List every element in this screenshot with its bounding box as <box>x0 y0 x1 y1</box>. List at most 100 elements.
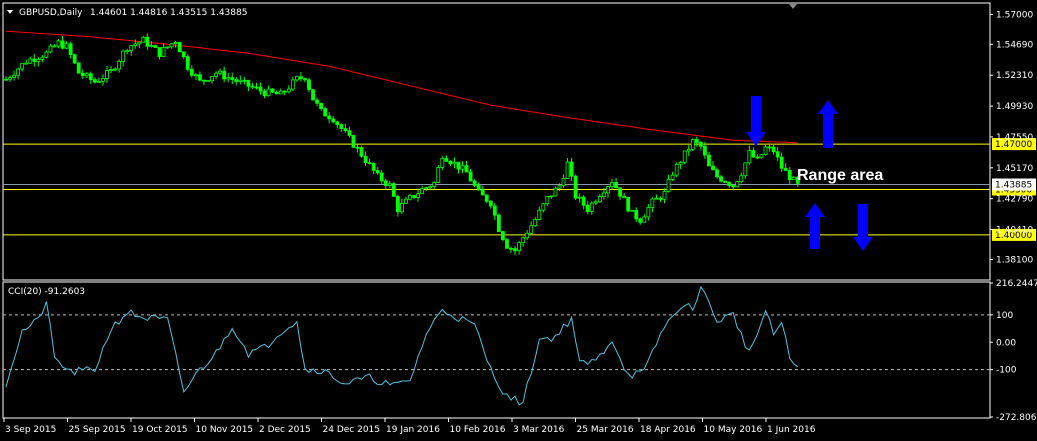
candle <box>351 134 356 149</box>
candle-body <box>52 45 57 48</box>
cci-tick-label: 100 <box>996 311 1013 321</box>
candle-body <box>533 218 538 227</box>
candle-body <box>472 180 477 186</box>
candle-body <box>262 90 267 97</box>
time-tick-label: 25 Mar 2016 <box>577 425 634 435</box>
candle-body <box>589 202 594 212</box>
candle-body <box>747 150 752 164</box>
cci-tick-label: 216.2447 <box>996 279 1037 289</box>
time-tick-label: 3 Mar 2016 <box>513 425 565 435</box>
candle-body <box>351 135 356 148</box>
price-tick-label: 1.42790 <box>996 195 1033 205</box>
candle-body <box>670 174 675 180</box>
candle-body <box>202 79 206 82</box>
price-axis: 1.470001.435001.400001.570001.546901.523… <box>990 10 1036 266</box>
candle-body <box>488 201 493 207</box>
candle-body <box>206 80 210 82</box>
candle-body <box>266 88 271 97</box>
candle <box>501 230 505 242</box>
time-tick-label: 19 Jan 2016 <box>386 425 440 435</box>
price-tick-label: 1.54690 <box>996 40 1033 50</box>
candle-body <box>553 187 558 197</box>
candle-body <box>173 42 178 45</box>
candle-body <box>400 203 404 213</box>
candle-body <box>177 42 182 53</box>
candle-body <box>254 86 259 89</box>
candle-body <box>145 36 150 47</box>
arrow-shaft <box>810 217 820 249</box>
candle-body <box>165 46 170 49</box>
candle-body <box>581 196 586 206</box>
candle-body <box>416 193 420 198</box>
candle-body <box>290 79 295 90</box>
candle-body <box>157 47 162 57</box>
time-tick-label: 24 Dec 2015 <box>323 425 381 435</box>
arrow-shaft <box>751 96 761 132</box>
candle <box>505 237 509 249</box>
candle-body <box>735 181 740 188</box>
time-tick-label: 18 Apr 2016 <box>640 425 696 435</box>
candle-body <box>161 47 166 57</box>
candle-body <box>642 216 647 223</box>
candle-body <box>214 72 218 77</box>
time-tick-label: 1 Jun 2016 <box>767 425 816 435</box>
candle-body <box>84 73 89 77</box>
candle-body <box>294 76 299 81</box>
candle-body <box>755 156 760 159</box>
candle-body <box>674 163 679 176</box>
price-tick-label: 1.47550 <box>996 133 1033 143</box>
price-tick-label: 1.52310 <box>996 71 1033 81</box>
candle-body <box>428 186 433 189</box>
candle-body <box>246 79 251 87</box>
time-tick-label: 2 Dec 2015 <box>259 425 311 435</box>
candle <box>206 80 210 82</box>
candle-body <box>727 182 732 186</box>
candle-body <box>299 76 303 79</box>
candle <box>76 62 81 74</box>
candle-body <box>432 182 437 188</box>
candle-body <box>577 196 582 199</box>
candle-body <box>323 108 328 117</box>
ohlc-label: 1.44601 1.44816 1.43515 1.43885 <box>90 8 247 18</box>
candle-body <box>666 178 671 192</box>
candle-body <box>189 68 194 76</box>
candle-body <box>76 62 81 74</box>
candle-body <box>64 43 69 49</box>
candle-body <box>444 157 449 162</box>
candle-body <box>569 161 574 177</box>
candle-body <box>210 76 214 81</box>
candle-body <box>383 180 388 186</box>
candle <box>496 213 501 233</box>
candle-body <box>743 162 748 177</box>
candle-body <box>707 154 711 167</box>
candle-body <box>610 182 614 188</box>
candle-body <box>711 165 715 171</box>
time-tick-label: 3 Sep 2015 <box>5 425 56 435</box>
candle-body <box>185 56 190 70</box>
candle-body <box>28 58 33 64</box>
candle-body <box>141 36 146 43</box>
candle <box>573 174 578 201</box>
price-chart[interactable]: 1.470001.435001.400001.570001.546901.523… <box>0 0 1037 441</box>
candle-body <box>460 165 465 170</box>
candle-body <box>238 79 243 82</box>
candle <box>72 53 77 65</box>
candle-body <box>367 162 372 165</box>
candle-body <box>8 77 12 80</box>
candle-body <box>606 186 610 194</box>
candle-body <box>650 198 655 208</box>
candle-body <box>557 185 562 189</box>
candle-body <box>682 150 687 163</box>
candle <box>44 50 49 59</box>
candle-body <box>242 79 247 82</box>
candle-body <box>327 115 332 120</box>
candle <box>690 138 695 152</box>
candle-body <box>723 180 728 183</box>
candle <box>735 181 740 188</box>
candle-body <box>622 195 627 198</box>
current-price-text: 1.43885 <box>995 181 1032 191</box>
candle-body <box>80 72 85 77</box>
candle <box>630 209 635 212</box>
candle-body <box>529 225 534 234</box>
candle-body <box>468 171 473 182</box>
